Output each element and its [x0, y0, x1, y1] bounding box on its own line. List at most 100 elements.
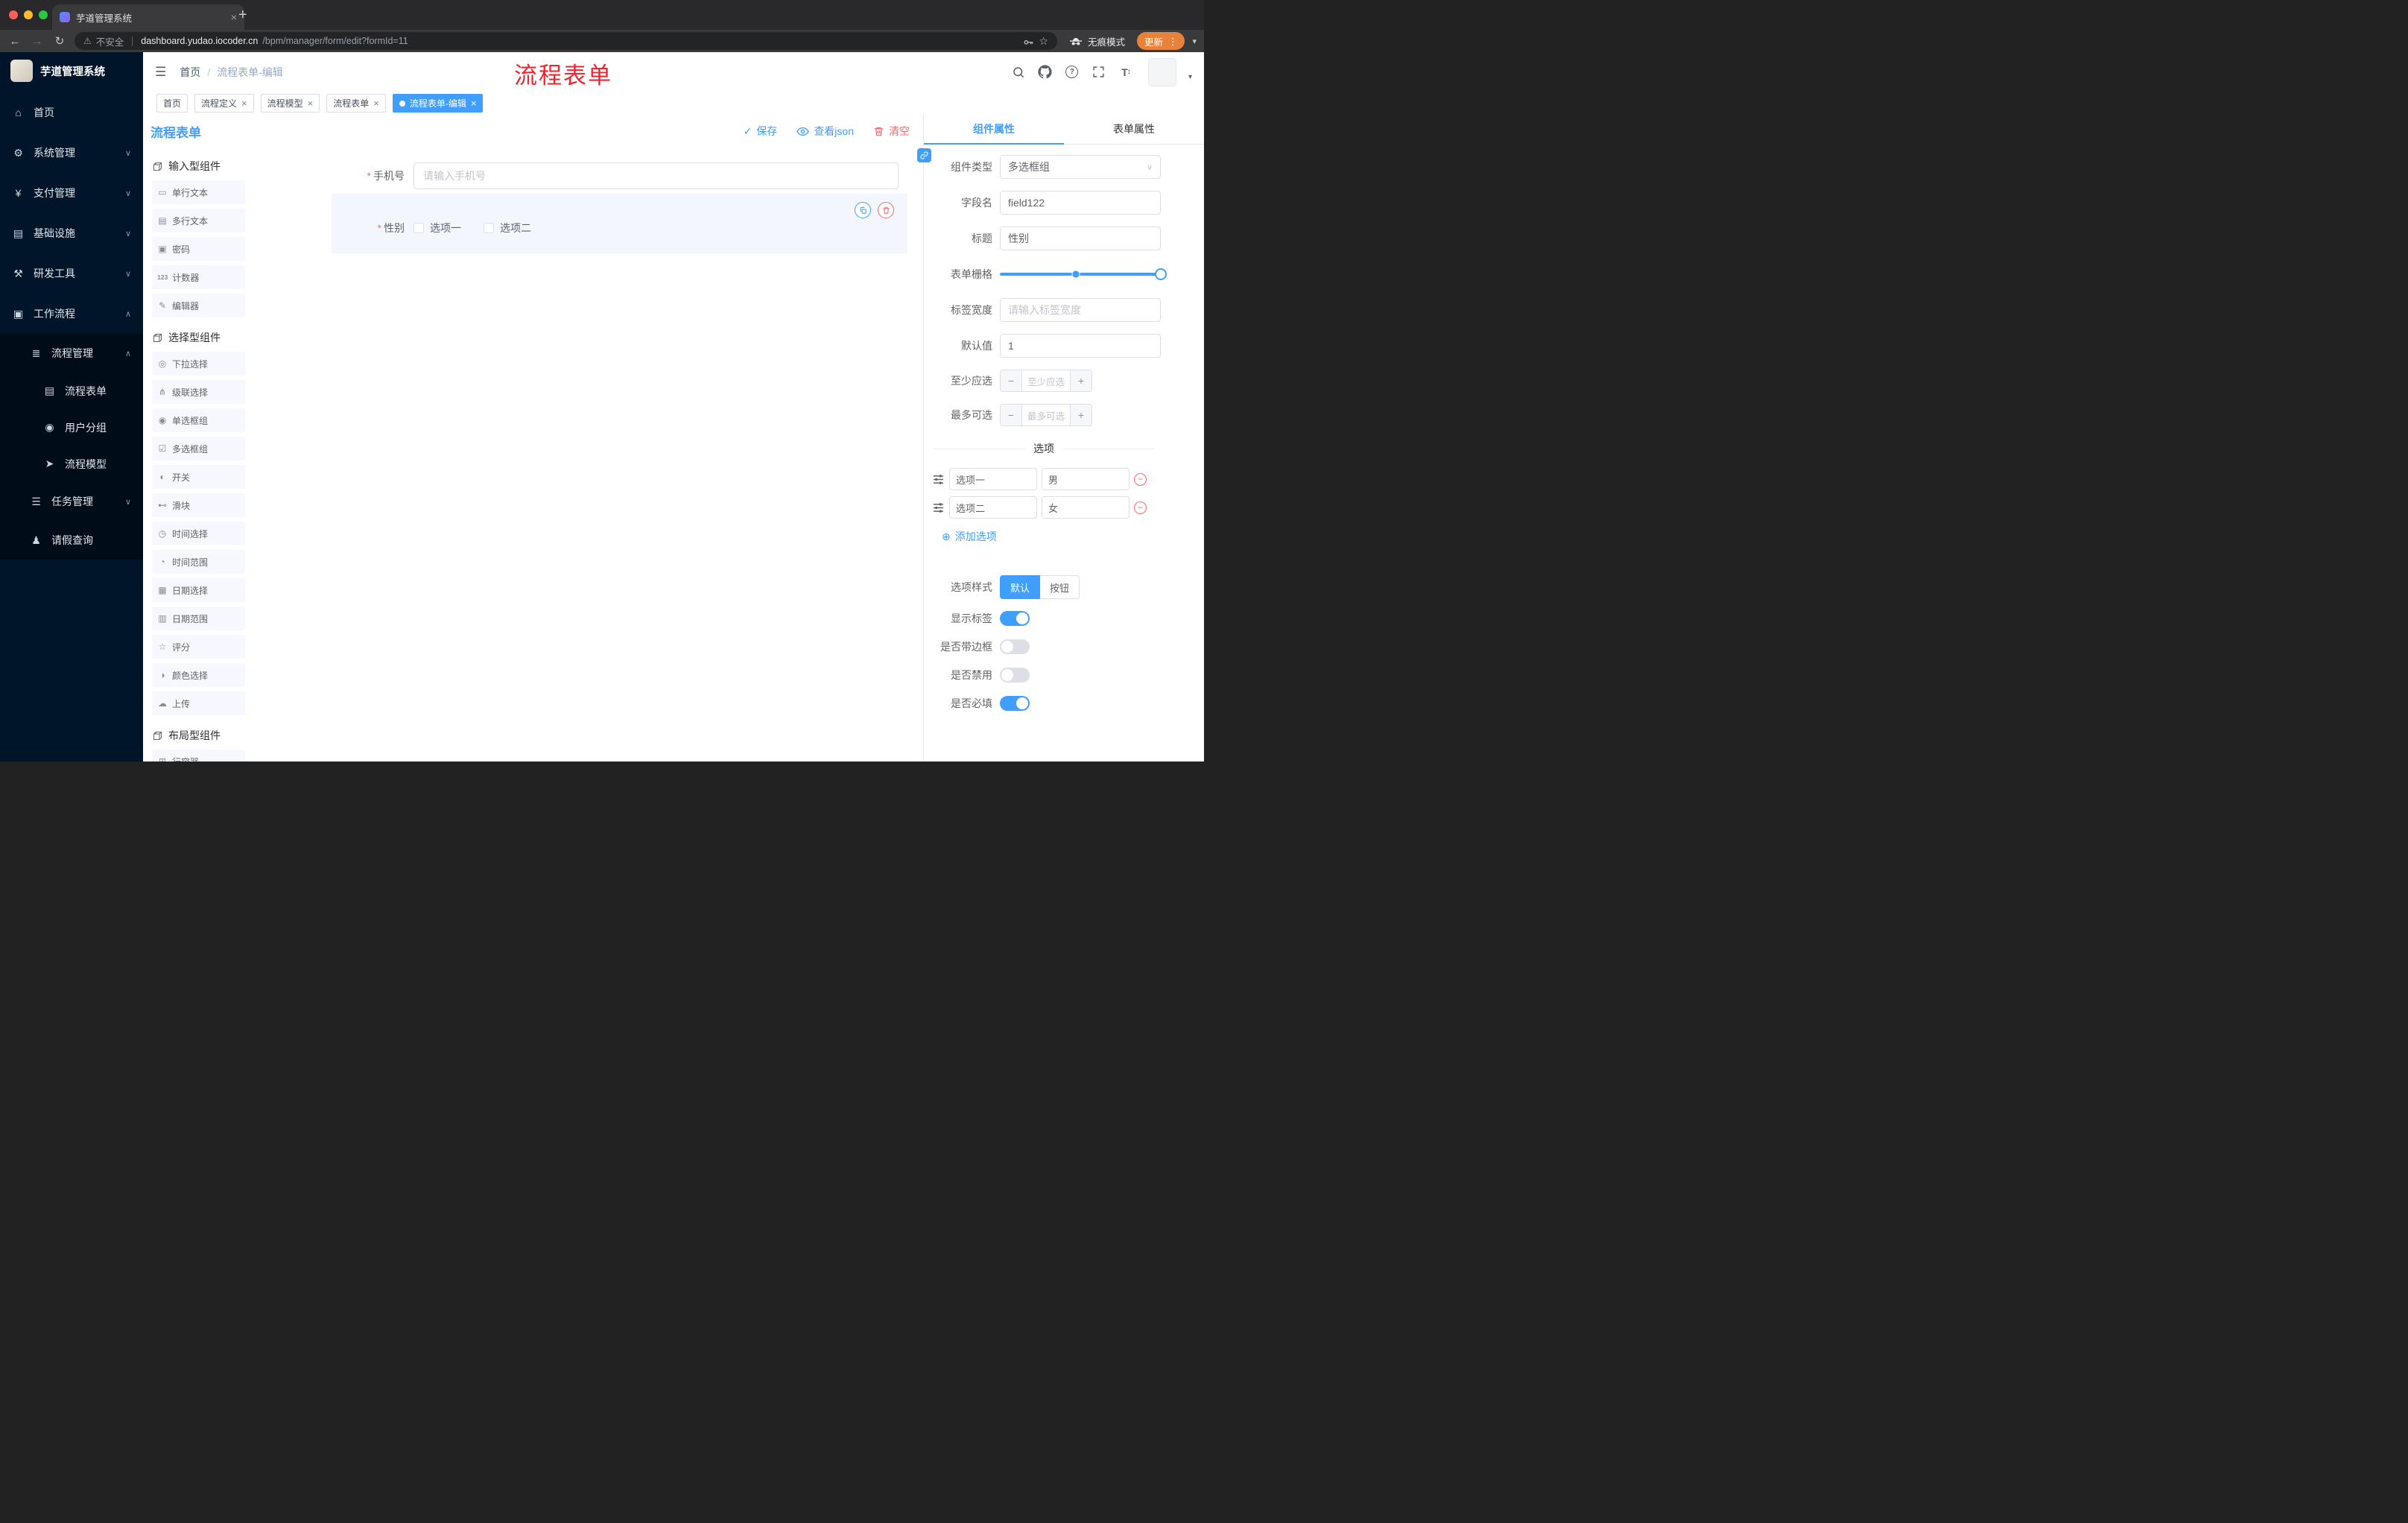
tag-process-model[interactable]: 流程模型 × [260, 94, 320, 113]
add-option-button[interactable]: ⊕ 添加选项 [942, 529, 1204, 544]
sidebar-item-process-management[interactable]: ≣ 流程管理 ∧ [0, 334, 143, 373]
palette-item-checkbox-group[interactable]: ☑ 多选框组 [152, 437, 245, 460]
drag-handle-icon[interactable] [933, 502, 945, 513]
title-input[interactable] [1000, 227, 1161, 250]
tab-close-icon[interactable]: × [231, 11, 237, 23]
option-value-input[interactable] [1042, 468, 1129, 490]
tag-process-form-edit[interactable]: 流程表单-编辑 × [392, 94, 484, 113]
fullscreen-icon[interactable] [1091, 65, 1106, 80]
field-name-input[interactable] [1000, 191, 1161, 215]
selected-component-gender[interactable]: * 性别 选项一 选项二 [332, 194, 907, 253]
tag-process-definition[interactable]: 流程定义 × [194, 94, 254, 113]
option-name-input[interactable] [949, 496, 1037, 519]
component-type-select[interactable]: 多选框组 ∨ [1000, 155, 1161, 179]
tag-close-icon[interactable]: × [308, 98, 314, 109]
sidebar-item-user-group[interactable]: ◉ 用户分组 [0, 409, 143, 446]
palette-item-rate[interactable]: ☆ 评分 [152, 635, 245, 659]
drag-handle-icon[interactable] [933, 474, 945, 484]
avatar-caret-icon[interactable]: ▾ [1188, 73, 1192, 81]
link-icon[interactable] [917, 148, 931, 162]
palette-item-editor[interactable]: ✎ 编辑器 [152, 294, 245, 317]
label-width-input[interactable] [1000, 298, 1161, 322]
sidebar-item-devtools[interactable]: ⚒ 研发工具 ∨ [0, 253, 143, 294]
tag-process-form[interactable]: 流程表单 × [326, 94, 386, 113]
window-close-button[interactable] [9, 10, 18, 19]
form-grid-slider[interactable] [1000, 262, 1167, 286]
palette-item-time-picker[interactable]: ◷ 时间选择 [152, 522, 245, 545]
palette-item-slider[interactable]: ⊷ 滑块 [152, 493, 245, 517]
sidebar-item-workflow[interactable]: ▣ 工作流程 ∧ [0, 294, 143, 334]
copy-component-button[interactable] [855, 202, 871, 218]
breadcrumb-home[interactable]: 首页 [180, 65, 200, 80]
style-default-button[interactable]: 默认 [1000, 575, 1041, 599]
stepper-plus-button[interactable]: + [1070, 405, 1091, 425]
palette-item-upload[interactable]: ☁ 上传 [152, 691, 245, 715]
sidebar-item-process-model[interactable]: ➤ 流程模型 [0, 446, 143, 482]
show-label-switch[interactable] [1000, 611, 1030, 626]
gender-option2-checkbox[interactable]: 选项二 [484, 221, 531, 235]
phone-input[interactable] [414, 162, 899, 189]
palette-item-switch[interactable]: ◐ 开关 [152, 465, 245, 489]
github-icon[interactable] [1038, 65, 1053, 80]
min-select-value[interactable]: 至少应选 [1022, 370, 1070, 391]
save-button[interactable]: ✓ 保存 [744, 124, 778, 139]
tab-form-props[interactable]: 表单属性 [1064, 114, 1204, 144]
clear-button[interactable]: 清空 [873, 124, 910, 139]
palette-item-color-picker[interactable]: ◑ 颜色选择 [152, 663, 245, 687]
sidebar-item-home[interactable]: ⌂ 首页 [0, 92, 143, 133]
gender-option1-checkbox[interactable]: 选项一 [414, 221, 461, 235]
option-value-input[interactable] [1042, 496, 1129, 519]
tag-close-icon[interactable]: × [241, 98, 247, 109]
address-bar[interactable]: ⚠ 不安全 dashboard.yudao.iocoder.cn/bpm/man… [75, 32, 1057, 50]
tag-home[interactable]: 首页 [156, 94, 188, 113]
disabled-switch[interactable] [1000, 668, 1030, 683]
required-switch[interactable] [1000, 696, 1030, 711]
palette-item-single-line-text[interactable]: ▭ 单行文本 [152, 180, 245, 204]
style-button-button[interactable]: 按钮 [1040, 575, 1080, 599]
sidebar-item-leave-query[interactable]: ♟ 请假查询 [0, 521, 143, 560]
search-icon[interactable] [1011, 65, 1026, 80]
delete-component-button[interactable] [878, 202, 894, 218]
palette-item-multi-line-text[interactable]: ▤ 多行文本 [152, 209, 245, 232]
border-switch[interactable] [1000, 639, 1030, 654]
stepper-minus-button[interactable]: − [1001, 405, 1022, 425]
palette-item-dropdown-select[interactable]: ◎ 下拉选择 [152, 352, 245, 376]
password-key-icon[interactable] [1023, 36, 1034, 47]
palette-item-counter[interactable]: 123 计数器 [152, 265, 245, 289]
max-select-value[interactable]: 最多可选 [1022, 405, 1070, 425]
forward-button[interactable]: → [30, 35, 45, 48]
sidebar-item-infrastructure[interactable]: ▤ 基础设施 ∨ [0, 213, 143, 253]
option-name-input[interactable] [949, 468, 1037, 490]
sidebar-item-payment[interactable]: ¥ 支付管理 ∨ [0, 173, 143, 213]
window-zoom-button[interactable] [39, 10, 48, 19]
palette-item-cascader[interactable]: ⋔ 级联选择 [152, 380, 245, 404]
palette-item-time-range[interactable]: ◔ 时间范围 [152, 550, 245, 574]
window-minimize-button[interactable] [24, 10, 33, 19]
palette-item-date-picker[interactable]: ▦ 日期选择 [152, 578, 245, 602]
browser-update-button[interactable]: 更新 ⋮ [1136, 32, 1185, 50]
remove-option-button[interactable]: − [1134, 501, 1147, 514]
browser-tab[interactable]: 芋道管理系统 × [52, 4, 244, 30]
new-tab-button[interactable]: + [238, 7, 247, 22]
tab-component-props[interactable]: 组件属性 [924, 114, 1064, 145]
tag-close-icon[interactable]: × [373, 98, 379, 109]
view-json-button[interactable]: 查看json [796, 124, 854, 139]
palette-item-radio-group[interactable]: ◉ 单选框组 [152, 408, 245, 432]
palette-item-date-range[interactable]: ▥ 日期范围 [152, 607, 245, 630]
stepper-plus-button[interactable]: + [1070, 370, 1091, 391]
stepper-minus-button[interactable]: − [1001, 370, 1022, 391]
reload-button[interactable]: ↻ [52, 34, 67, 48]
sidebar-collapse-icon[interactable]: ☰ [155, 65, 166, 80]
bookmark-star-icon[interactable]: ☆ [1039, 35, 1048, 48]
palette-item-row-container[interactable]: ⊞行容器 [152, 750, 245, 762]
default-value-input[interactable] [1000, 334, 1161, 358]
back-button[interactable]: ← [7, 35, 22, 48]
toolbar-caret-icon[interactable]: ▾ [1192, 37, 1197, 46]
sidebar-item-system[interactable]: ⚙ 系统管理 ∨ [0, 133, 143, 173]
slider-handle[interactable] [1155, 268, 1167, 280]
sidebar-item-task-management[interactable]: ☰ 任务管理 ∨ [0, 482, 143, 521]
sidebar-item-process-form[interactable]: ▤ 流程表单 [0, 373, 143, 409]
palette-item-password[interactable]: ▣ 密码 [152, 237, 245, 261]
tag-close-icon[interactable]: × [471, 98, 477, 109]
help-icon[interactable]: ? [1065, 65, 1080, 80]
